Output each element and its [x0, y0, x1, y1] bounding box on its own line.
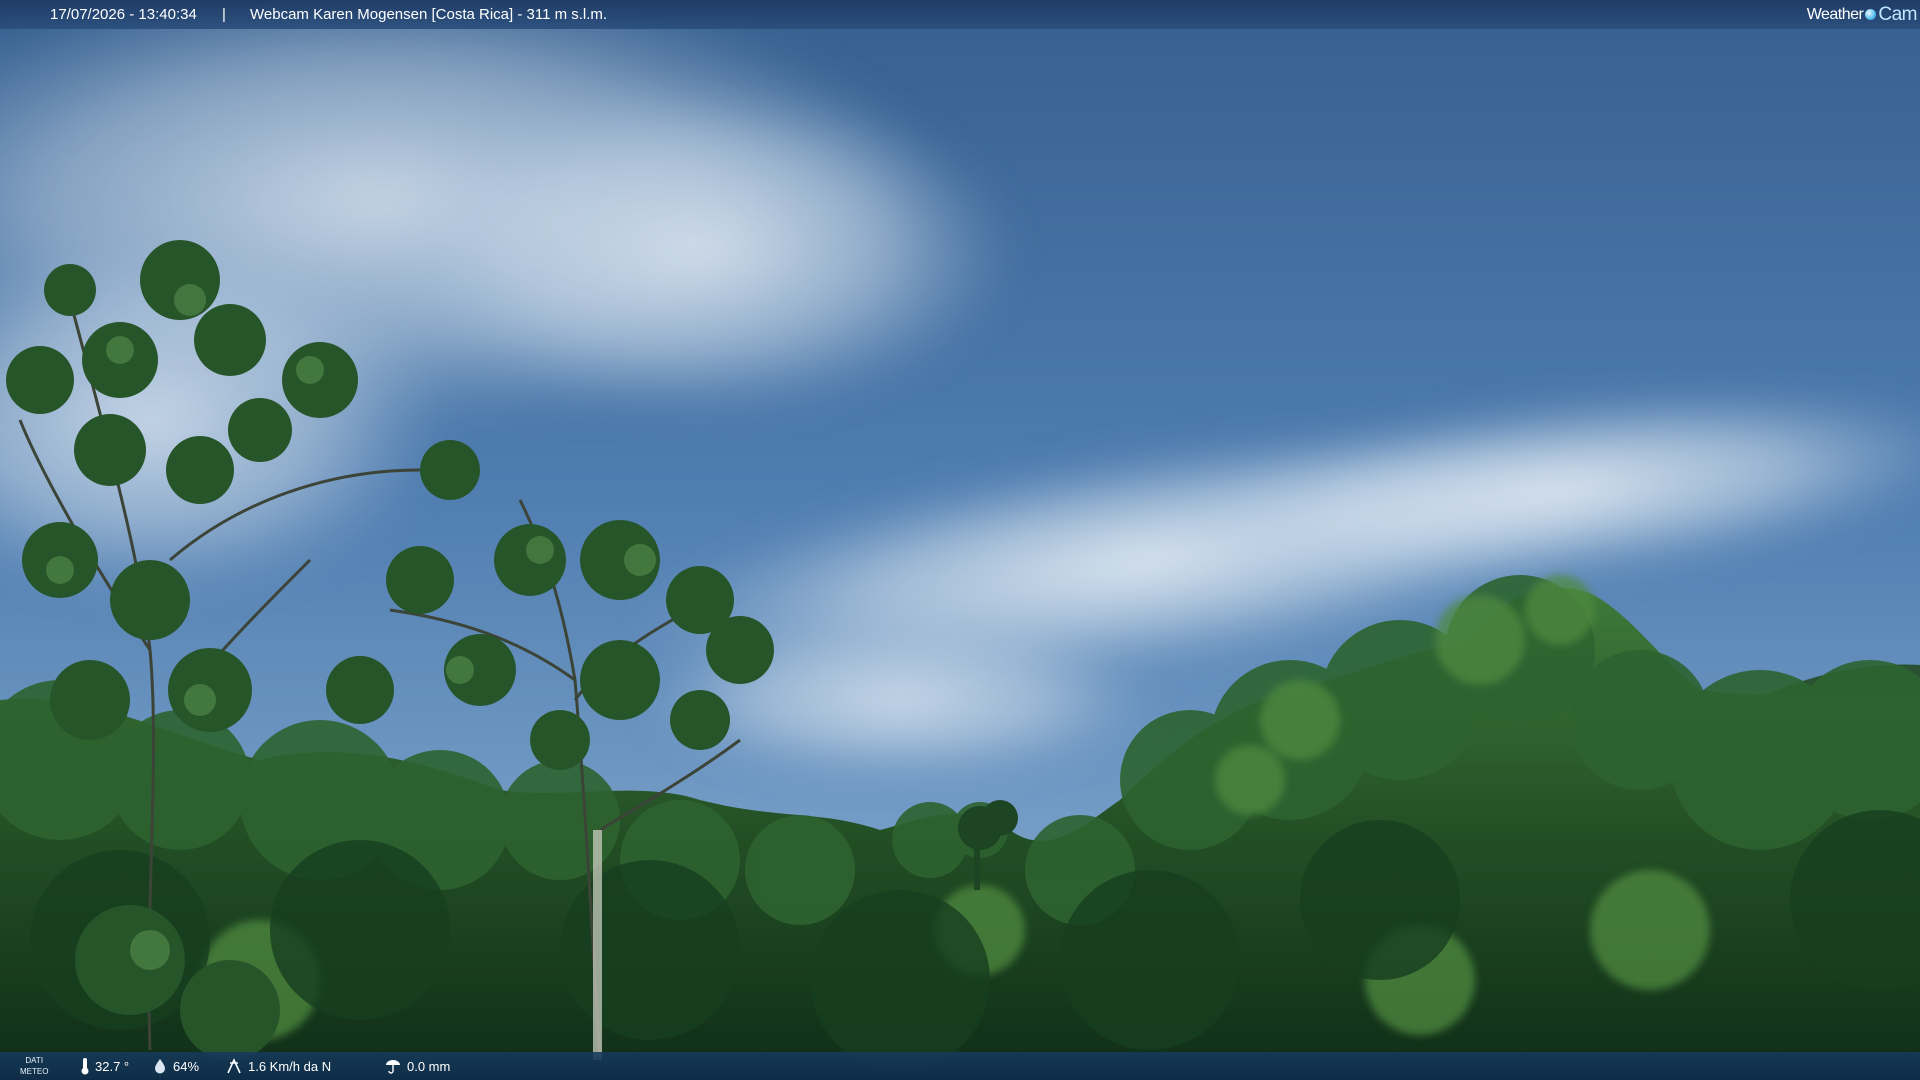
temperature-reading: 32.7 °: [80, 1052, 129, 1080]
temperature-value: 32.7 °: [95, 1058, 130, 1074]
timestamp: 17/07/2026 - 13:40:34: [50, 6, 197, 23]
bottom-weather-bar: DATI METEO 32.7 ° 64% 1.6 Km/h da N 0.0 …: [0, 1052, 1920, 1080]
logo-weather-text: Weather: [1806, 6, 1864, 23]
humidity-reading: 64%: [152, 1052, 199, 1080]
webcam-title: Webcam Karen Mogensen [Costa Rica] - 311…: [250, 6, 608, 23]
separator: |: [222, 6, 226, 23]
wind-reading: 1.6 Km/h da N: [225, 1052, 331, 1080]
rain-gauge-icon: [384, 1058, 402, 1074]
wind-icon: [225, 1057, 243, 1075]
rain-reading: 0.0 mm: [384, 1052, 450, 1080]
water-drop-icon: [152, 1058, 168, 1074]
top-info-bar: 17/07/2026 - 13:40:34 | Webcam Karen Mog…: [0, 0, 1920, 29]
logo-cam-text: Cam: [1878, 4, 1917, 25]
humidity-value: 64%: [173, 1058, 200, 1074]
wind-value: 1.6 Km/h da N: [248, 1058, 332, 1074]
weather-data-label: DATI METEO: [20, 1056, 49, 1076]
weathercam-logo: Weather Cam: [1806, 0, 1918, 29]
webcam-scene: [0, 0, 1920, 1080]
rain-value: 0.0 mm: [407, 1058, 451, 1074]
logo-dot-icon: [1865, 9, 1877, 20]
thermometer-icon: [80, 1057, 90, 1075]
